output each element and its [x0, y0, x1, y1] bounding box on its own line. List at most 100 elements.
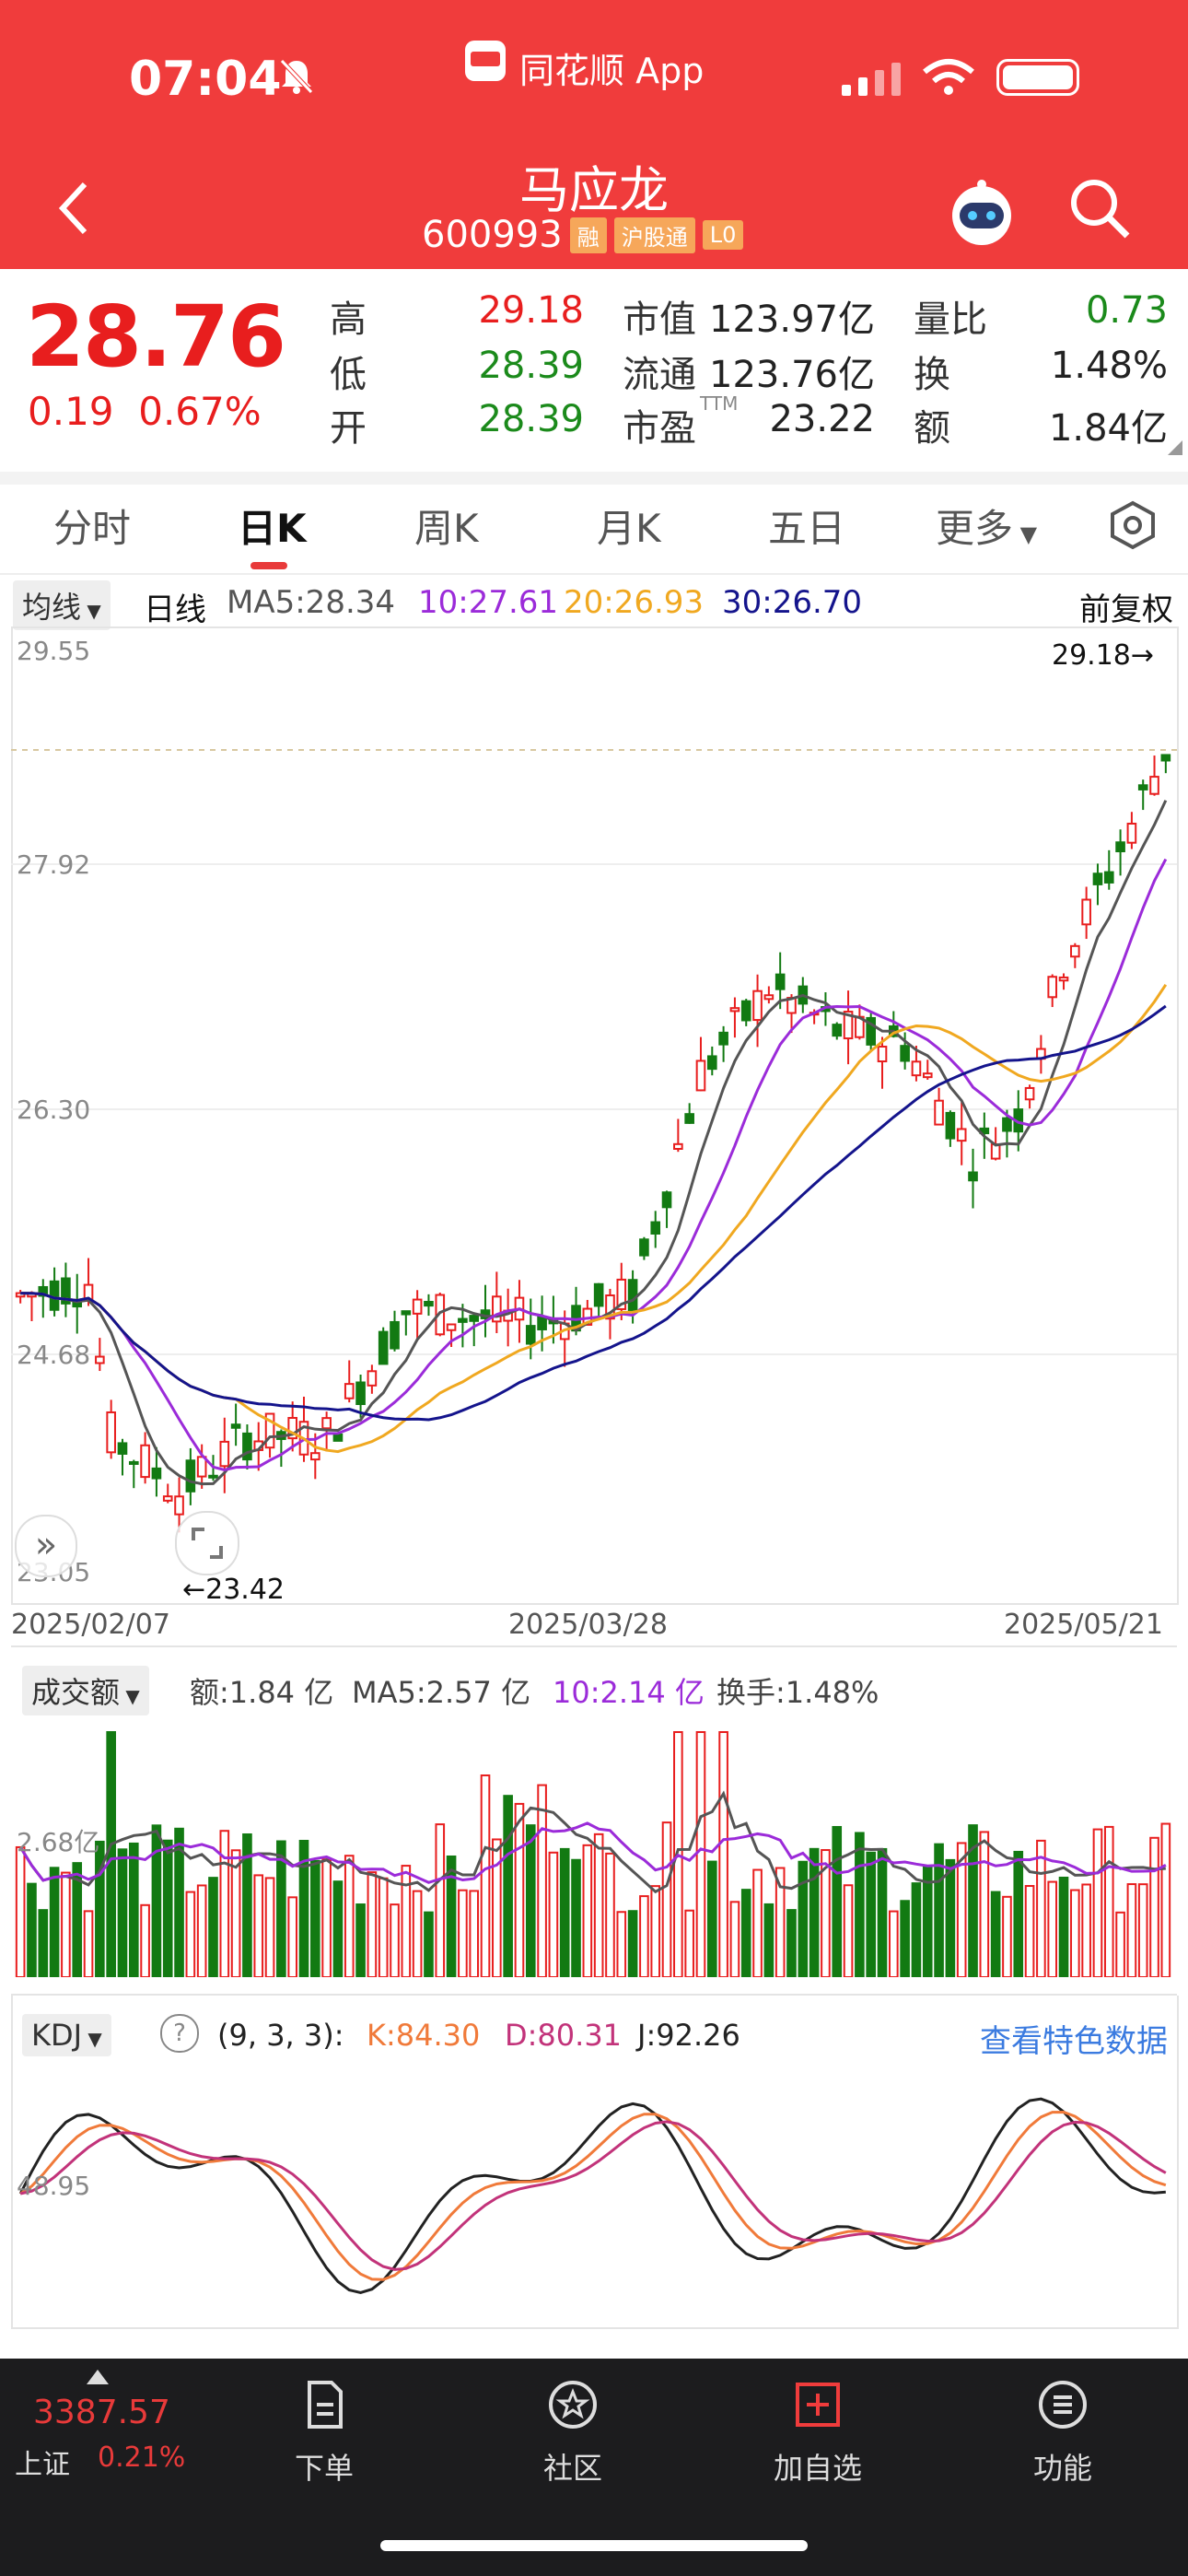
candle-body: [49, 1280, 60, 1311]
float-label: 流通: [623, 354, 696, 396]
volume-bar: [1002, 1895, 1012, 1977]
nav-functions-label: 功能: [1032, 2451, 1092, 2486]
float-value: 123.76亿: [709, 354, 875, 396]
volume-bar: [1149, 1836, 1159, 1977]
ma30-line: [20, 1004, 1167, 1422]
volume-bar: [27, 1882, 37, 1977]
candle-body: [355, 1381, 366, 1406]
volume-bar: [446, 1855, 457, 1977]
volume-bar: [196, 1884, 207, 1977]
candle-body: [593, 1282, 604, 1307]
volume-bar: [763, 1903, 775, 1977]
tab-weekly-k[interactable]: 周K: [414, 498, 479, 554]
candle-body: [128, 1460, 139, 1465]
nav-add-watchlist[interactable]: 加自选: [753, 2377, 882, 2488]
candle-body: [718, 1031, 728, 1046]
view-feature-data-link[interactable]: 查看特色数据: [980, 2016, 1168, 2061]
up-triangle-icon: [87, 2370, 109, 2384]
volume-bar: [650, 1885, 661, 1977]
volume-dropdown[interactable]: 成交额 ▼: [22, 1666, 149, 1715]
candle-body: [650, 1221, 661, 1235]
help-icon[interactable]: ?: [160, 2014, 199, 2053]
volume-bar: [548, 1851, 559, 1977]
candle-body: [1126, 822, 1137, 844]
kdj-dropdown[interactable]: KDJ ▼: [22, 2014, 111, 2056]
settings-hexagon-icon[interactable]: [1105, 498, 1160, 553]
kdj-chart: [18, 2097, 1167, 2294]
candle-body: [401, 1310, 412, 1316]
candle-body: [344, 1383, 355, 1399]
candle-body: [1149, 776, 1159, 795]
candle-body: [1070, 944, 1080, 958]
volume-bar: [1058, 1876, 1069, 1977]
tag-margin: 融: [569, 217, 607, 253]
volume-bar: [559, 1847, 570, 1977]
volume-bar: [525, 1824, 536, 1977]
volume-bar: [469, 1890, 480, 1977]
volratio-value: 0.73: [1085, 289, 1168, 332]
volume-bar: [390, 1903, 400, 1977]
volume-bar: [15, 1845, 26, 1977]
status-app-name: 同花顺 App: [519, 51, 705, 91]
high-label: 高: [330, 299, 367, 341]
volume-bar: [900, 1900, 910, 1977]
volume-bar: [809, 1847, 820, 1977]
search-icon[interactable]: [1066, 175, 1133, 241]
volume-bar: [695, 1731, 706, 1977]
price-adjust-option[interactable]: 前复权: [1079, 584, 1173, 629]
ma10-value: 10:27.61: [418, 584, 559, 621]
high-value: 29.18: [478, 289, 584, 332]
ma-indicator-dropdown[interactable]: 均线 ▼: [13, 580, 111, 630]
wifi-icon: [923, 59, 974, 95]
home-indicator: [380, 2540, 808, 2551]
candle-body: [458, 1317, 468, 1323]
candle-body: [763, 994, 775, 1001]
candle-body: [117, 1442, 128, 1455]
tab-more[interactable]: 更多 ▼: [936, 498, 1037, 554]
candle-body: [945, 1111, 956, 1140]
volume-bar: [1047, 1880, 1058, 1977]
candle-body: [1024, 1086, 1035, 1101]
index-percent: 0.21%: [98, 2441, 186, 2474]
volume-bar: [230, 1849, 241, 1977]
volume-ma5: MA5:2.57 亿: [352, 1675, 531, 1710]
volume-bar: [1160, 1822, 1171, 1977]
volume-bar: [321, 1858, 332, 1977]
battery-icon: [996, 59, 1079, 96]
tag-connect: 沪股通: [613, 217, 695, 253]
nav-order[interactable]: 下单: [260, 2377, 389, 2488]
fullscreen-icon[interactable]: [175, 1511, 239, 1575]
candle-body: [934, 1099, 944, 1126]
candle-body: [1058, 976, 1069, 982]
expand-panel-icon[interactable]: »: [15, 1515, 77, 1577]
volume-bar: [492, 1838, 502, 1977]
expand-corner-icon[interactable]: [1168, 440, 1182, 455]
candle-body: [956, 1128, 967, 1142]
volume-bar: [49, 1867, 60, 1977]
ma20-value: 20:26.93: [564, 584, 705, 621]
index-value[interactable]: 3387.57: [33, 2394, 170, 2431]
volume-turnover: 换手:1.48%: [716, 1675, 879, 1710]
turnover-label: 换: [914, 354, 950, 396]
volume-bar: [537, 1784, 547, 1977]
nav-functions[interactable]: 功能: [998, 2377, 1127, 2488]
kdj-d-value: D:80.31: [505, 2018, 623, 2053]
period-label: 日线: [144, 591, 206, 628]
candlestick-group: [15, 754, 1171, 1533]
volume-bar: [639, 1895, 649, 1977]
volume-bar: [208, 1877, 218, 1977]
robot-assistant-icon[interactable]: [947, 177, 1017, 247]
tab-intraday[interactable]: 分时: [53, 498, 131, 554]
ma20-line: [20, 983, 1168, 1454]
section-divider: [0, 472, 1188, 485]
candle-body: [151, 1467, 162, 1480]
tab-five-day[interactable]: 五日: [768, 498, 845, 554]
volume-bar: [140, 1903, 150, 1977]
tab-daily-k[interactable]: 日K: [238, 498, 307, 554]
nav-order-label: 下单: [294, 2451, 354, 2486]
volume-bar: [706, 1860, 717, 1977]
tab-monthly-k[interactable]: 月K: [597, 498, 661, 554]
kdj-y-tick: 48.95: [17, 2171, 91, 2201]
nav-community[interactable]: 社区: [508, 2377, 637, 2488]
index-name: 上证: [15, 2449, 70, 2481]
